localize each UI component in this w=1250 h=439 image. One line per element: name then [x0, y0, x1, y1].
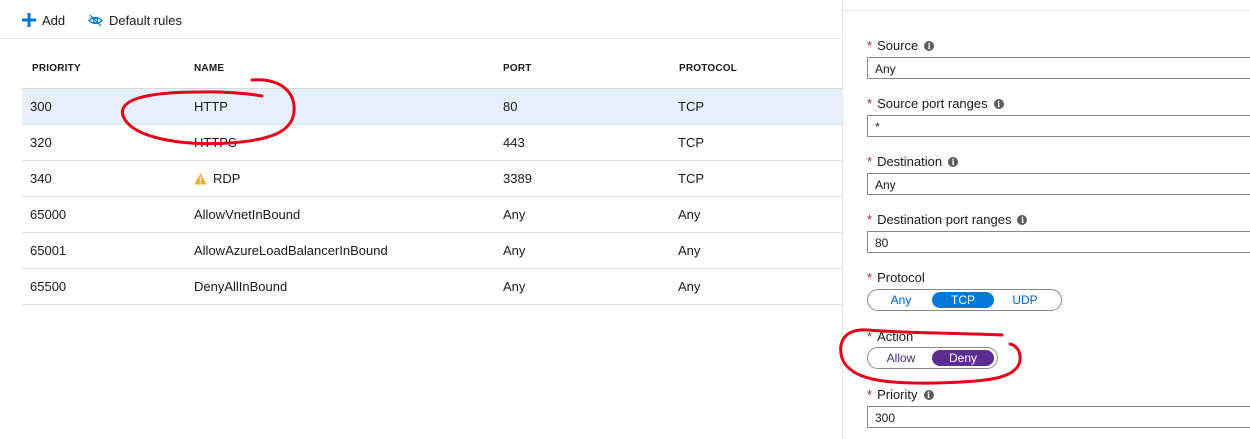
row-priority: 65500 — [30, 279, 67, 294]
protocol-column-header[interactable]: PROTOCOL — [679, 63, 737, 74]
destination-port-ranges-label: * Destination port ranges i — [867, 212, 1028, 227]
row-port: Any — [503, 279, 526, 294]
table-row[interactable]: 340 RDP 3389 TCP — [22, 161, 842, 197]
required-mark: * — [867, 387, 873, 402]
row-priority: 65001 — [30, 243, 67, 258]
required-mark: * — [867, 270, 873, 285]
required-mark: * — [867, 96, 873, 111]
row-priority: 320 — [30, 135, 52, 150]
row-name: HTTPS — [194, 135, 237, 150]
protocol-label: * Protocol — [867, 270, 925, 285]
action-option-allow[interactable]: Allow — [870, 350, 932, 366]
port-column-header[interactable]: PORT — [503, 63, 532, 74]
table-row[interactable]: 65000 AllowVnetInBound Any Any — [22, 197, 842, 233]
row-protocol: Any — [678, 279, 701, 294]
destination-port-ranges-label-text: Destination port ranges — [877, 212, 1012, 227]
plus-icon — [22, 13, 36, 27]
action-label-text: Action — [877, 329, 914, 344]
info-icon[interactable]: i — [1017, 214, 1028, 225]
row-protocol: TCP — [678, 135, 704, 150]
action-label: * Action — [867, 329, 913, 344]
required-mark: * — [867, 154, 873, 169]
destination-label-text: Destination — [877, 154, 943, 169]
source-port-ranges-label-text: Source port ranges — [877, 96, 988, 111]
row-protocol: Any — [678, 243, 701, 258]
protocol-toggle[interactable]: Any TCP UDP — [867, 289, 1062, 311]
source-field[interactable]: Any — [867, 57, 1250, 79]
row-port: 80 — [503, 99, 518, 114]
row-priority: 340 — [30, 171, 52, 186]
priority-label: * Priority i — [867, 387, 934, 402]
protocol-option-tcp[interactable]: TCP — [932, 292, 994, 308]
info-icon[interactable]: i — [923, 389, 934, 400]
table-header: PRIORITY NAME PORT PROTOCOL — [22, 52, 842, 89]
action-toggle[interactable]: Allow Deny — [867, 347, 998, 369]
protocol-option-udp[interactable]: UDP — [994, 292, 1056, 308]
destination-label: * Destination i — [867, 154, 959, 169]
source-label-text: Source — [877, 38, 919, 53]
row-priority: 65000 — [30, 207, 67, 222]
row-name: RDP — [213, 171, 241, 186]
add-button[interactable]: Add — [22, 9, 65, 31]
name-column-header[interactable]: NAME — [194, 63, 224, 74]
row-name-cell: RDP — [194, 171, 240, 186]
row-protocol: TCP — [678, 171, 704, 186]
rule-edit-panel: * Source i Any * Source port ranges i * … — [842, 0, 1250, 439]
required-mark: * — [867, 38, 873, 53]
default-rules-label: Default rules — [109, 12, 182, 28]
source-port-ranges-field[interactable]: * — [867, 115, 1250, 137]
toolbar: Add Default rules — [0, 0, 842, 39]
info-icon[interactable]: i — [924, 40, 935, 51]
row-port: Any — [503, 243, 526, 258]
row-name: AllowAzureLoadBalancerInBound — [194, 243, 388, 258]
action-option-deny[interactable]: Deny — [932, 350, 994, 366]
info-icon[interactable]: i — [993, 98, 1004, 109]
priority-label-text: Priority — [877, 387, 918, 402]
source-port-ranges-label: * Source port ranges i — [867, 96, 1004, 111]
row-name: HTTP — [194, 99, 228, 114]
row-port: 443 — [503, 135, 525, 150]
table-row[interactable]: 65001 AllowAzureLoadBalancerInBound Any … — [22, 233, 842, 269]
row-protocol: Any — [678, 207, 701, 222]
priority-field[interactable]: 300 — [867, 406, 1250, 428]
panel-header-strip — [843, 0, 1250, 11]
row-name: AllowVnetInBound — [194, 207, 301, 222]
row-priority: 300 — [30, 99, 52, 114]
eye-slash-icon — [88, 14, 103, 27]
default-rules-button[interactable]: Default rules — [88, 9, 182, 31]
row-protocol: TCP — [678, 99, 704, 114]
add-label: Add — [42, 12, 66, 28]
destination-field[interactable]: Any — [867, 173, 1250, 195]
required-mark: * — [867, 329, 873, 344]
table-row[interactable]: 300 HTTP 80 TCP — [22, 89, 842, 125]
row-name: DenyAllInBound — [194, 279, 288, 294]
row-port: 3389 — [503, 171, 532, 186]
protocol-option-any[interactable]: Any — [870, 292, 932, 308]
row-port: Any — [503, 207, 526, 222]
table-row[interactable]: 65500 DenyAllInBound Any Any — [22, 269, 842, 305]
required-mark: * — [867, 212, 873, 227]
table-row[interactable]: 320 HTTPS 443 TCP — [22, 125, 842, 161]
destination-port-ranges-field[interactable]: 80 — [867, 231, 1250, 253]
warning-icon — [194, 173, 207, 185]
protocol-label-text: Protocol — [877, 270, 925, 285]
rules-pane: Add Default rules PRIORITY NAME PORT PRO… — [0, 0, 842, 439]
source-label: * Source i — [867, 38, 935, 53]
info-icon[interactable]: i — [948, 156, 959, 167]
priority-column-header[interactable]: PRIORITY — [32, 63, 81, 74]
